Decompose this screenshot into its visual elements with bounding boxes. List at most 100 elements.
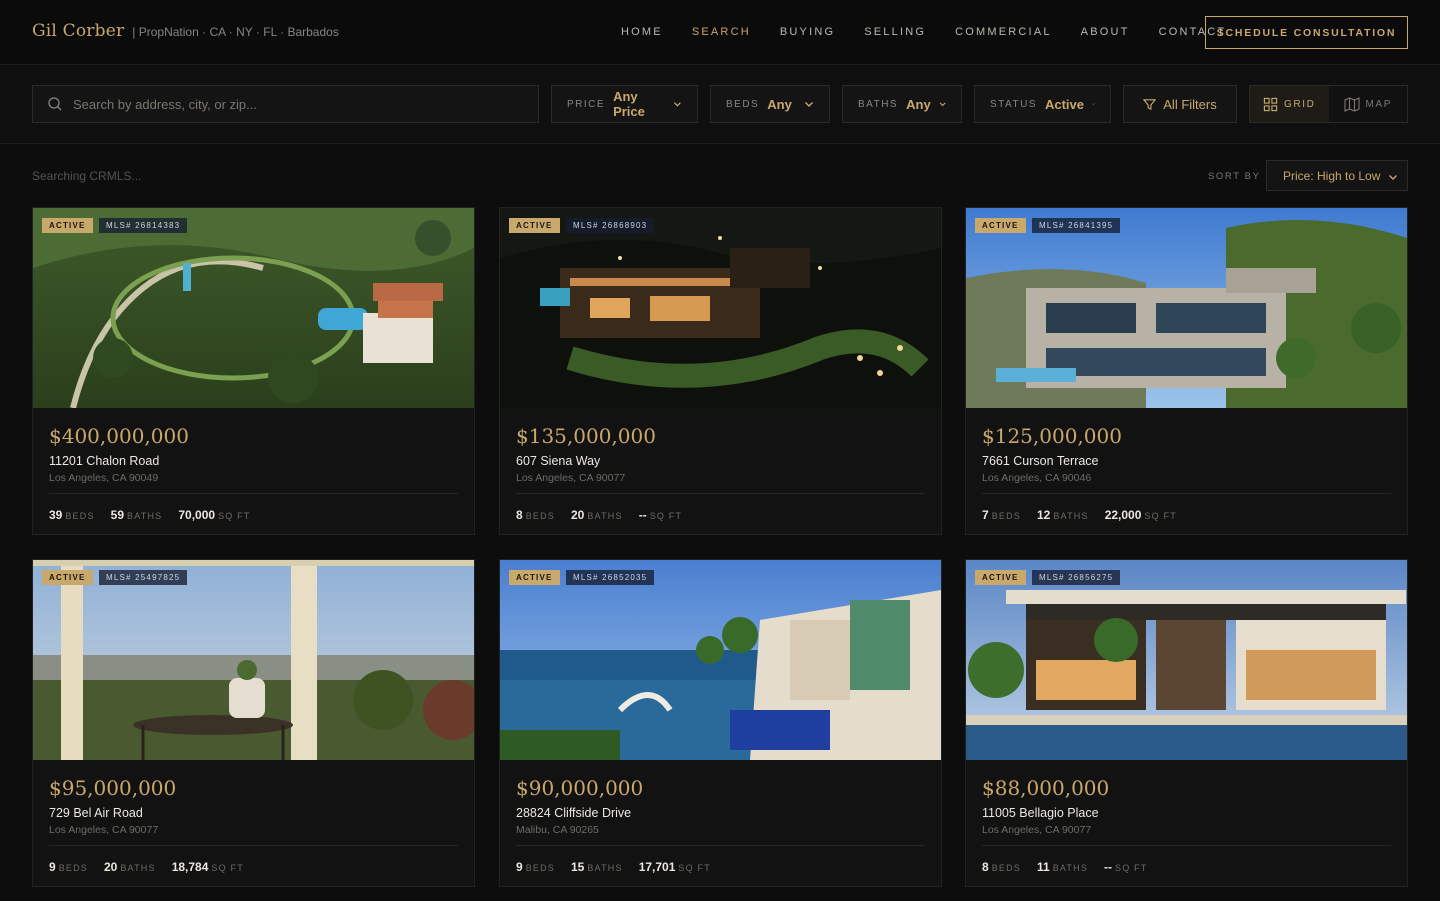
beds-unit: BEDS [525,511,555,521]
beds-count: 8 [982,860,989,874]
beds-filter[interactable]: BEDS Any [710,85,830,123]
mls-badge: MLS# 26814383 [99,218,188,233]
listing-price: $90,000,000 [516,776,644,800]
map-view-button[interactable]: MAP [1328,86,1407,122]
nav-about[interactable]: ABOUT [1081,26,1130,38]
mls-badge: MLS# 26856275 [1032,570,1121,585]
nav-selling[interactable]: SELLING [864,26,926,38]
beds-unit: BEDS [525,863,555,873]
card-divider [516,493,925,494]
listing-city: Malibu, CA 90265 [516,824,599,836]
listing-card[interactable]: ACTIVE MLS# 26868903 $135,000,000 607 Si… [499,207,942,535]
baths-filter-label: BATHS [858,98,899,110]
status-badge: ACTIVE [509,570,560,585]
status-badge: ACTIVE [975,570,1026,585]
listing-card[interactable]: ACTIVE MLS# 26814383 $400,000,000 11201 … [32,207,475,535]
beds-count: 9 [49,860,56,874]
listing-address[interactable]: 11005 Bellagio Place [982,806,1099,820]
listing-stats: 9 BEDS 15 BATHS 17,701 SQ FT [516,858,711,876]
beds-count: 9 [516,860,523,874]
listing-address[interactable]: 607 Siena Way [516,454,600,468]
search-icon [48,97,62,111]
search-box[interactable] [32,85,539,123]
all-filters-label: All Filters [1163,96,1217,112]
listing-photo[interactable]: ACTIVE MLS# 26852035 [500,560,941,760]
grid-view-button[interactable]: GRID [1250,86,1329,122]
status-filter-label: STATUS [990,98,1037,110]
search-status-text: Searching CRMLS... [32,169,142,183]
listing-price: $135,000,000 [516,424,656,448]
mls-badge: MLS# 26841395 [1032,218,1121,233]
listing-card[interactable]: ACTIVE MLS# 26856275 $88,000,000 11005 B… [965,559,1408,887]
sqft-value: 18,784 [171,860,209,874]
listing-stats: 39 BEDS 59 BATHS 70,000 SQ FT [49,506,251,524]
sqft-stat: 70,000 SQ FT [178,506,250,524]
baths-stat: 20 BATHS [571,506,623,524]
brand[interactable]: Gil Corber | PropNation · CA · NY · FL ·… [32,21,339,41]
mls-badge: MLS# 26868903 [566,218,655,233]
site-header: Gil Corber | PropNation · CA · NY · FL ·… [0,0,1440,65]
beds-unit: BEDS [58,863,88,873]
listing-stats: 8 BEDS 20 BATHS -- SQ FT [516,506,682,524]
price-filter[interactable]: PRICE Any Price [551,85,698,123]
baths-stat: 11 BATHS [1037,858,1088,876]
listing-stats: 7 BEDS 12 BATHS 22,000 SQ FT [982,506,1177,524]
status-badge: ACTIVE [42,218,93,233]
listing-stats: 8 BEDS 11 BATHS -- SQ FT [982,858,1148,876]
listing-price: $125,000,000 [982,424,1122,448]
baths-unit: BATHS [587,863,623,873]
sqft-stat: 22,000 SQ FT [1105,506,1177,524]
sqft-value: -- [638,508,647,522]
listing-address[interactable]: 7661 Curson Terrace [982,454,1099,468]
listing-card[interactable]: ACTIVE MLS# 25497825 $95,000,000 729 Bel… [32,559,475,887]
chevron-down-icon [1389,175,1397,180]
beds-filter-value: Any [767,96,792,112]
listing-card[interactable]: ACTIVE MLS# 26852035 $90,000,000 28824 C… [499,559,942,887]
beds-unit: BEDS [991,511,1021,521]
baths-stat: 12 BATHS [1037,506,1089,524]
filter-bar: PRICE Any Price BEDS Any BATHS Any STATU… [0,65,1440,144]
brand-name[interactable]: Gil Corber [32,21,124,41]
nav-search[interactable]: SEARCH [692,26,751,38]
status-badge: ACTIVE [42,570,93,585]
listing-photo[interactable]: ACTIVE MLS# 26814383 [33,208,474,408]
card-divider [982,493,1391,494]
listing-photo[interactable]: ACTIVE MLS# 26868903 [500,208,941,408]
baths-stat: 59 BATHS [111,506,163,524]
all-filters-button[interactable]: All Filters [1123,85,1237,123]
chevron-down-icon [674,102,682,107]
nav-buying[interactable]: BUYING [780,26,835,38]
chevron-down-icon [939,102,946,107]
card-divider [49,493,458,494]
listing-photo[interactable]: ACTIVE MLS# 26856275 [966,560,1407,760]
price-filter-value: Any Price [613,89,645,119]
listing-address[interactable]: 729 Bel Air Road [49,806,143,820]
card-divider [516,845,925,846]
listing-photo[interactable]: ACTIVE MLS# 25497825 [33,560,474,760]
sort-select[interactable]: Price: High to Low [1266,160,1408,191]
beds-count: 8 [516,508,523,522]
schedule-consultation-button[interactable]: SCHEDULE CONSULTATION [1205,16,1408,49]
status-badge: ACTIVE [975,218,1026,233]
sqft-stat: 17,701 SQ FT [639,858,711,876]
search-input[interactable] [73,96,513,112]
baths-count: 20 [571,508,585,522]
beds-stat: 9 BEDS [49,858,88,876]
listing-address[interactable]: 28824 Cliffside Drive [516,806,631,820]
beds-stat: 8 BEDS [516,506,555,524]
nav-home[interactable]: HOME [621,26,663,38]
filter-icon [1143,98,1157,110]
card-divider [982,845,1391,846]
status-badge: ACTIVE [509,218,560,233]
beds-unit: BEDS [991,863,1021,873]
status-filter[interactable]: STATUS Active [974,85,1111,123]
nav-commercial[interactable]: COMMERCIAL [955,26,1052,38]
view-toggle: GRID MAP [1249,85,1408,123]
price-filter-label: PRICE [567,98,606,110]
listing-address[interactable]: 11201 Chalon Road [49,454,159,468]
listing-photo[interactable]: ACTIVE MLS# 26841395 [966,208,1407,408]
grid-icon [1263,97,1278,111]
baths-filter[interactable]: BATHS Any [842,85,962,123]
sqft-value: 17,701 [638,860,676,874]
listing-card[interactable]: ACTIVE MLS# 26841395 $125,000,000 7661 C… [965,207,1408,535]
